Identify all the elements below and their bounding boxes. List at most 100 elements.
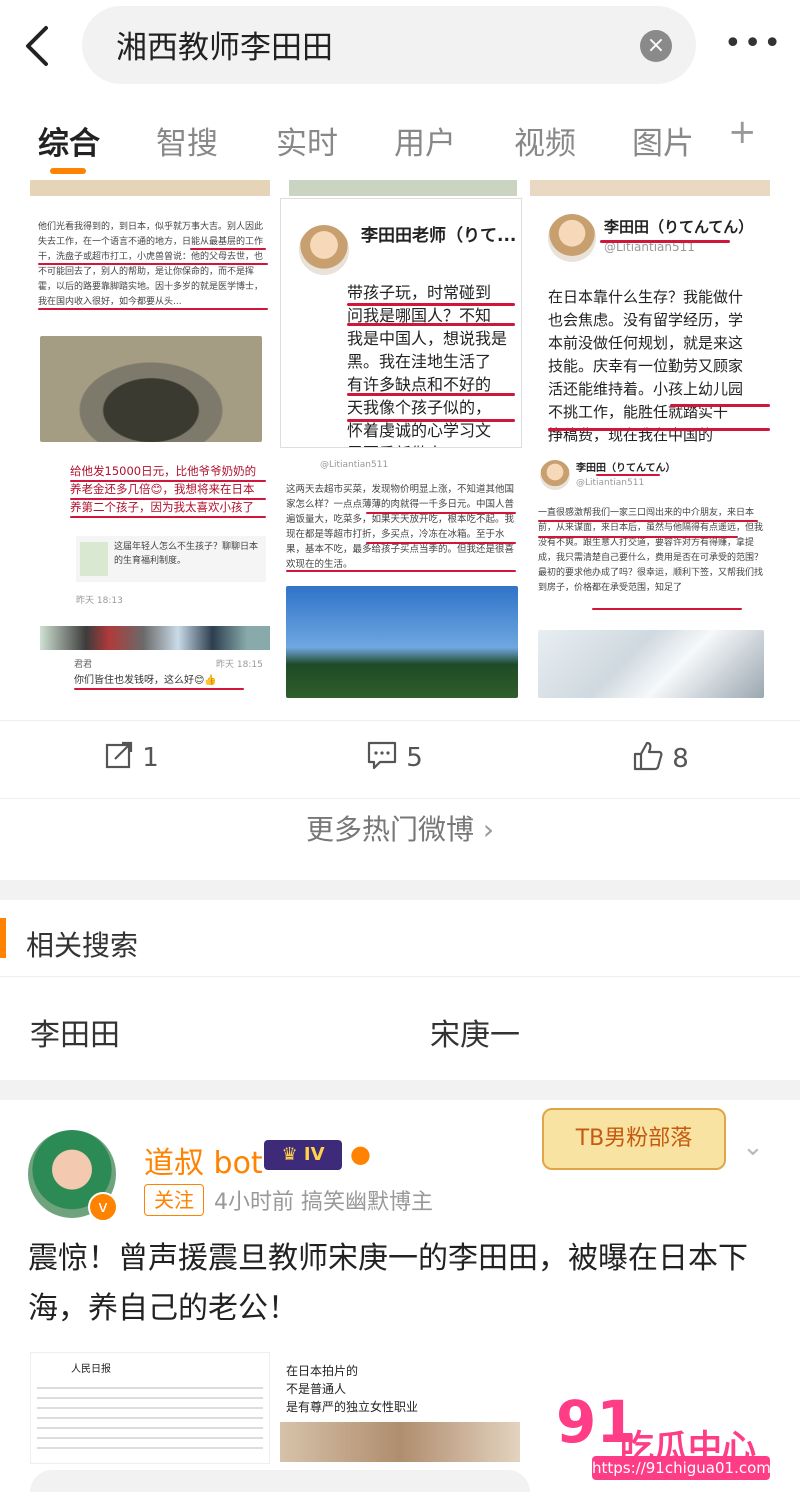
related-item[interactable]: 李田田 bbox=[30, 1010, 120, 1054]
post-image-3[interactable]: 李田田（りてんてん） @Litiantian511 在日本靠什么生存？我能做什也… bbox=[530, 198, 770, 446]
text-line: 养第二个孩子，因为我太喜欢小孩了 bbox=[70, 500, 254, 514]
underline bbox=[74, 688, 244, 690]
tab-bar: 综合 智搜 实时 用户 视频 图片 + bbox=[0, 106, 800, 176]
sky-photo bbox=[286, 586, 518, 698]
divider bbox=[0, 798, 800, 799]
underline bbox=[347, 419, 515, 422]
thumb-photo bbox=[280, 1422, 520, 1462]
image-username: 李田田（りてんてん） bbox=[604, 218, 754, 236]
verified-badge-icon: v bbox=[88, 1192, 118, 1222]
text-line: 我是中国人，想说我是 bbox=[347, 329, 508, 348]
thumb-title: 人民日报 bbox=[71, 1364, 111, 1375]
text-line: 活还能维持着。小孩上幼儿园 bbox=[548, 380, 744, 398]
image-handle: @Litiantian511 bbox=[320, 460, 389, 470]
underline bbox=[347, 393, 515, 396]
image-handle: @Litiantian511 bbox=[576, 478, 645, 488]
post-image-5[interactable]: @Litiantian511 这两天去超市买菜，发现物价明显上涨，不知道其他国家… bbox=[282, 452, 520, 700]
underline bbox=[70, 516, 266, 518]
text-line: 养老金还多几倍😊，我想将来在日本 bbox=[70, 482, 255, 496]
repost-icon bbox=[105, 741, 133, 769]
image-time: 昨天 18:13 bbox=[76, 596, 123, 606]
post-thumb-1[interactable]: 人民日报 bbox=[30, 1352, 270, 1464]
text-line: 带孩子玩，时常碰到 bbox=[347, 283, 492, 302]
level-label: IV bbox=[303, 1144, 325, 1165]
image-strip bbox=[289, 180, 517, 196]
section-gap bbox=[0, 1080, 800, 1100]
post-meta: 4小时前 搞笑幽默博主 bbox=[214, 1190, 433, 1215]
avatar bbox=[540, 460, 570, 490]
add-tab-icon[interactable]: + bbox=[728, 112, 757, 152]
text-line: 在日本靠什么生存？我能做什 bbox=[548, 288, 744, 306]
image-username: 李田田老师（りて... bbox=[361, 226, 517, 246]
section-gap bbox=[0, 880, 800, 900]
tab-realtime[interactable]: 实时 bbox=[276, 118, 338, 163]
like-icon bbox=[633, 741, 663, 771]
image-text: 这两天去超市买菜，发现物价明显上涨，不知道其他国家怎么样？一点点薄薄的肉就得一千… bbox=[286, 484, 515, 570]
underline bbox=[538, 520, 758, 522]
clear-icon[interactable]: × bbox=[640, 30, 672, 62]
text-line: 不是普通人 bbox=[286, 1382, 347, 1396]
divider bbox=[0, 976, 800, 977]
comment-button[interactable]: 5 bbox=[366, 740, 423, 773]
underline bbox=[347, 323, 515, 326]
post-image-6[interactable]: 李田田（りてんてん） @Litiantian511 一直很感激帮我们一家三口闯出… bbox=[532, 452, 770, 700]
comment-icon bbox=[367, 741, 397, 770]
avatar bbox=[299, 225, 349, 275]
underline bbox=[548, 428, 770, 431]
quote-text: 这届年轻人怎么不生孩子？聊聊日本的生育福利制度。 bbox=[114, 542, 259, 566]
section-marker bbox=[0, 918, 6, 958]
quote-card: 这届年轻人怎么不生孩子？聊聊日本的生育福利制度。 bbox=[76, 536, 266, 582]
brand-badge: TB男粉部落 bbox=[542, 1108, 726, 1170]
related-item[interactable]: 宋庚一 bbox=[430, 1010, 520, 1054]
post-thumb-2[interactable]: 在日本拍片的 不是普通人 是有尊严的独立女性职业 bbox=[278, 1352, 522, 1462]
underline bbox=[38, 263, 268, 265]
comment-count: 5 bbox=[406, 743, 423, 773]
follow-button[interactable]: 关注 bbox=[144, 1184, 204, 1216]
text-line: 在日本拍片的 bbox=[286, 1364, 359, 1378]
snow-photo bbox=[538, 630, 764, 698]
text-line: 怀着虔诚的心学习文 bbox=[347, 421, 492, 440]
repost-button[interactable]: 1 bbox=[104, 740, 159, 773]
quote-thumb bbox=[80, 542, 108, 576]
fish-icon: ● bbox=[350, 1140, 371, 1168]
tab-smart-search[interactable]: 智搜 bbox=[156, 118, 218, 163]
text-line: 黑。我在洼地生活了 bbox=[347, 352, 492, 371]
underline bbox=[538, 536, 738, 538]
underline bbox=[70, 498, 266, 500]
image-text: 他们光看我得到的，到日本，似乎就万事大吉。别人因此失去工作，在一个语言不通的地方… bbox=[38, 222, 264, 307]
bottom-input-bar[interactable] bbox=[30, 1470, 530, 1492]
tab-videos[interactable]: 视频 bbox=[514, 118, 576, 163]
photo bbox=[40, 336, 262, 442]
search-query[interactable]: 湘西教师李田田 bbox=[116, 22, 333, 67]
image-strip bbox=[530, 180, 770, 196]
text-line: 本前没做任何规划，就是来这 bbox=[548, 334, 744, 352]
post-image-2[interactable]: 李田田老师（りて... 带孩子玩，时常碰到 问我是哪国人？不知 我是中国人，想说我是… bbox=[280, 198, 522, 448]
like-button[interactable]: 8 bbox=[632, 740, 689, 774]
tab-users[interactable]: 用户 bbox=[394, 118, 456, 163]
underline bbox=[38, 308, 268, 310]
post-image-4[interactable]: 给他发15000日元，比他爷爷奶奶的 养老金还多几倍😊，我想将来在日本 养第二个孩子… bbox=[30, 452, 270, 700]
underline bbox=[190, 248, 266, 250]
more-hot-link[interactable]: 更多热门微博 › bbox=[0, 808, 800, 848]
chevron-down-icon[interactable]: ⌄ bbox=[742, 1132, 764, 1162]
chevron-right-icon: › bbox=[482, 813, 495, 846]
more-icon[interactable]: ••• bbox=[724, 26, 783, 61]
more-hot-label: 更多热门微博 bbox=[305, 813, 474, 846]
crown-level-badge-icon: ♛ IV bbox=[264, 1140, 342, 1170]
comment-time: 昨天 18:15 bbox=[216, 660, 263, 670]
post-author[interactable]: 道叔 bot bbox=[144, 1138, 263, 1182]
image-strip bbox=[30, 180, 270, 196]
tab-images[interactable]: 图片 bbox=[632, 118, 694, 163]
back-icon[interactable] bbox=[18, 22, 58, 70]
underline bbox=[670, 404, 770, 407]
text-line: 天我像个孩子似的， bbox=[347, 398, 492, 417]
underline bbox=[70, 480, 266, 482]
like-avatars bbox=[40, 626, 270, 650]
post-image-1[interactable]: 他们光看我得到的，到日本，似乎就万事大吉。别人因此失去工作，在一个语言不通的地方… bbox=[30, 198, 270, 446]
related-title: 相关搜索 bbox=[26, 929, 139, 962]
divider bbox=[0, 720, 800, 721]
underline bbox=[596, 474, 660, 476]
underline bbox=[286, 570, 516, 572]
text-line: 也会焦虑。没有留学经历，学 bbox=[548, 311, 744, 329]
tab-comprehensive[interactable]: 综合 bbox=[38, 118, 100, 163]
